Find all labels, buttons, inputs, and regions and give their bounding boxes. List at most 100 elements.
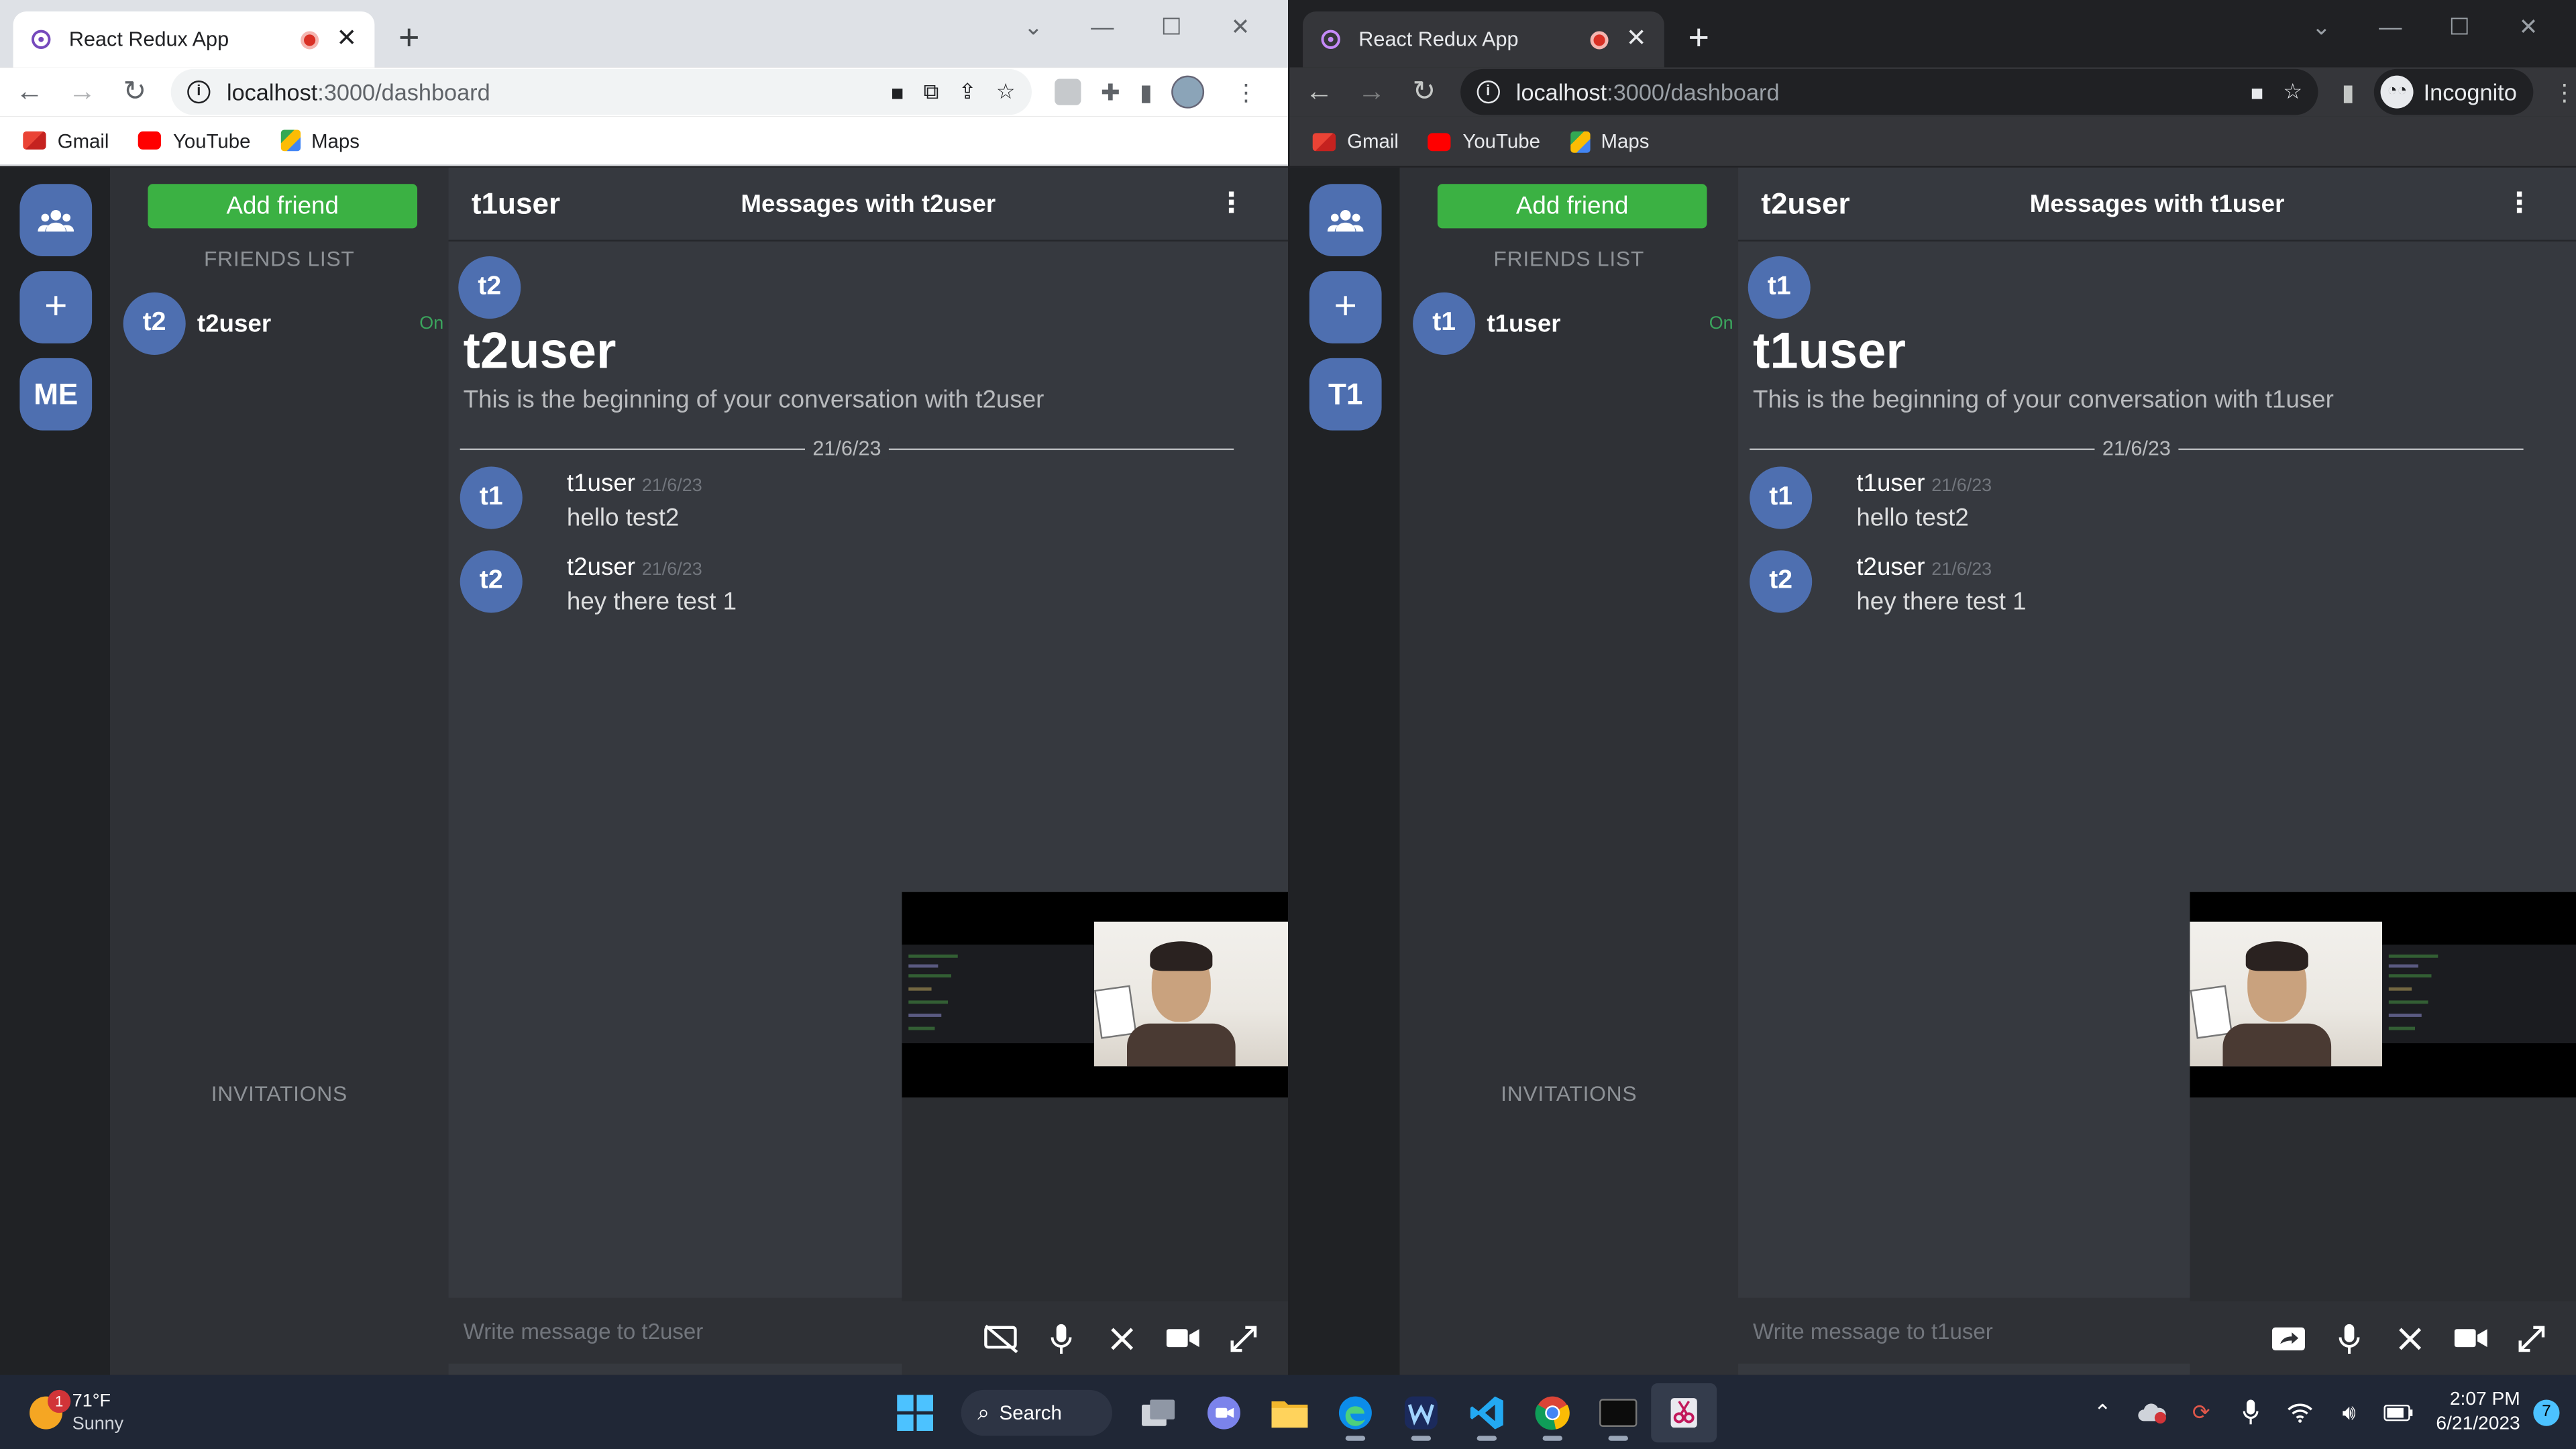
- extensions-puzzle-icon[interactable]: ✚: [1101, 78, 1120, 106]
- tab-close-icon[interactable]: ✕: [335, 26, 358, 51]
- forward-button[interactable]: →: [1348, 69, 1394, 115]
- friends-group-button[interactable]: [1309, 184, 1382, 257]
- weather-widget[interactable]: 1 71°F Sunny: [30, 1389, 123, 1436]
- vscode-button[interactable]: [1454, 1383, 1519, 1442]
- chat-title: Messages with t2user: [741, 191, 996, 219]
- teams-chat-button[interactable]: [1191, 1383, 1257, 1442]
- add-friend-button[interactable]: Add friend: [1437, 184, 1707, 229]
- forward-button[interactable]: →: [59, 69, 105, 115]
- battery-icon[interactable]: [2373, 1387, 2422, 1436]
- tab-close-icon[interactable]: ✕: [1625, 26, 1648, 51]
- divider-date-text: 21/6/23: [804, 437, 890, 460]
- camera-in-use-icon[interactable]: ■: [2251, 80, 2263, 105]
- address-bar[interactable]: i localhost:3000/dashboard ■ ⧉ ⇪ ☆: [170, 68, 1032, 115]
- bookmark-maps[interactable]: Maps: [1570, 129, 1649, 153]
- onedrive-error-icon[interactable]: [2127, 1387, 2176, 1436]
- maximize-button[interactable]: ☐: [2425, 8, 2494, 44]
- taskbar-search[interactable]: ⌕ Search: [961, 1389, 1112, 1436]
- wifi-icon[interactable]: [2275, 1387, 2324, 1436]
- terminal-button[interactable]: [1585, 1383, 1651, 1442]
- online-status: On: [1709, 313, 1733, 334]
- new-tab-button[interactable]: +: [391, 19, 427, 56]
- start-button[interactable]: [882, 1383, 948, 1442]
- close-icon: [1111, 1327, 1134, 1350]
- friends-list-title: FRIENDS LIST: [1493, 246, 1645, 272]
- minimize-button[interactable]: —: [1068, 8, 1137, 44]
- message-author: t2user: [1856, 553, 1925, 582]
- camera-button[interactable]: [2453, 1320, 2489, 1356]
- app-w-button[interactable]: [1388, 1383, 1454, 1442]
- bookmark-star-icon[interactable]: ☆: [2284, 79, 2303, 105]
- open-in-new-icon[interactable]: ⧉: [924, 79, 939, 105]
- message-input[interactable]: Write message to t1user: [1738, 1297, 2192, 1364]
- incognito-indicator[interactable]: ◔◔ Incognito: [2374, 68, 2534, 115]
- bookmark-youtube[interactable]: YouTube: [138, 129, 250, 152]
- more-options-icon[interactable]: ⋮: [1218, 187, 1246, 220]
- notification-center-badge[interactable]: 7: [2533, 1399, 2560, 1426]
- snipping-tool-button[interactable]: [1651, 1383, 1717, 1443]
- browser-tab[interactable]: React Redux App ✕: [1303, 11, 1664, 68]
- new-tab-button[interactable]: +: [1680, 19, 1717, 56]
- profile-avatar[interactable]: [1172, 75, 1205, 109]
- maps-icon: [1570, 130, 1590, 152]
- sync-icon[interactable]: ⟳: [2176, 1387, 2225, 1436]
- friend-list-item[interactable]: t2 t2user On: [123, 292, 449, 355]
- site-info-icon[interactable]: i: [1477, 80, 1500, 104]
- camera-button[interactable]: [1165, 1320, 1201, 1356]
- friend-name: t1user: [1487, 309, 1561, 338]
- chrome-menu-icon[interactable]: ⋮: [1234, 78, 1257, 106]
- share-icon[interactable]: ⇪: [959, 79, 977, 105]
- tab-search-icon[interactable]: ⌄: [999, 8, 1068, 44]
- add-server-button[interactable]: +: [19, 271, 93, 343]
- close-window-button[interactable]: ✕: [1206, 8, 1275, 44]
- call-controls: [2190, 1301, 2576, 1375]
- microphone-button[interactable]: [2331, 1320, 2367, 1356]
- microphone-in-use-icon[interactable]: [2226, 1387, 2275, 1436]
- chrome-button[interactable]: [1519, 1383, 1585, 1442]
- add-friend-button[interactable]: Add friend: [148, 184, 418, 229]
- browser-tab[interactable]: React Redux App ✕: [13, 11, 375, 68]
- more-options-icon[interactable]: ⋮: [2506, 187, 2534, 220]
- friend-list-item[interactable]: t1 t1user On: [1413, 292, 1738, 355]
- end-call-button[interactable]: [2392, 1320, 2428, 1356]
- reload-button[interactable]: ↻: [1401, 69, 1447, 115]
- side-panel-icon[interactable]: ▮: [1140, 78, 1152, 106]
- back-button[interactable]: ←: [7, 69, 53, 115]
- message-input[interactable]: Write message to t2user: [448, 1297, 902, 1364]
- edge-button[interactable]: [1322, 1383, 1388, 1442]
- side-panel-icon[interactable]: ▮: [2342, 78, 2355, 106]
- bookmark-star-icon[interactable]: ☆: [996, 79, 1016, 105]
- end-call-button[interactable]: [1104, 1320, 1140, 1356]
- chat-icon: [1208, 1396, 1240, 1430]
- bookmark-gmail[interactable]: Gmail: [1312, 129, 1399, 153]
- fullscreen-button[interactable]: [1226, 1320, 1262, 1356]
- show-hidden-icons-chevron-icon[interactable]: ⌃: [2078, 1387, 2127, 1436]
- friends-group-button[interactable]: [19, 184, 93, 257]
- close-window-button[interactable]: ✕: [2494, 8, 2563, 44]
- me-button[interactable]: ME: [19, 358, 93, 431]
- volume-icon[interactable]: 🔊︎: [2324, 1387, 2373, 1436]
- add-server-button[interactable]: +: [1309, 271, 1382, 343]
- extension-icon[interactable]: [1055, 78, 1081, 105]
- bookmark-gmail[interactable]: Gmail: [23, 129, 109, 152]
- minimize-button[interactable]: —: [2356, 8, 2425, 44]
- bookmark-youtube[interactable]: YouTube: [1428, 129, 1540, 153]
- reload-button[interactable]: ↻: [112, 69, 158, 115]
- chat-app: + ME Add friend FRIENDS LIST t2 t2user O…: [0, 167, 1288, 1375]
- tab-search-icon[interactable]: ⌄: [2287, 8, 2356, 44]
- address-bar[interactable]: i localhost:3000/dashboard ■ ☆: [1460, 68, 2319, 115]
- system-clock[interactable]: 2:07 PM 6/21/2023: [2436, 1387, 2520, 1436]
- file-explorer-button[interactable]: [1256, 1383, 1322, 1442]
- fullscreen-button[interactable]: [2514, 1320, 2550, 1356]
- site-info-icon[interactable]: i: [187, 80, 211, 104]
- maximize-button[interactable]: ☐: [1137, 8, 1206, 44]
- back-button[interactable]: ←: [1296, 69, 1342, 115]
- task-view-button[interactable]: [1126, 1383, 1191, 1442]
- screen-share-button[interactable]: [2270, 1320, 2306, 1356]
- stop-screen-share-button[interactable]: [982, 1320, 1018, 1356]
- me-button[interactable]: T1: [1309, 358, 1382, 431]
- microphone-button[interactable]: [1043, 1320, 1079, 1356]
- chrome-menu-icon[interactable]: ⋮: [2553, 78, 2576, 106]
- camera-in-use-icon[interactable]: ■: [891, 80, 904, 105]
- bookmark-maps[interactable]: Maps: [280, 129, 360, 152]
